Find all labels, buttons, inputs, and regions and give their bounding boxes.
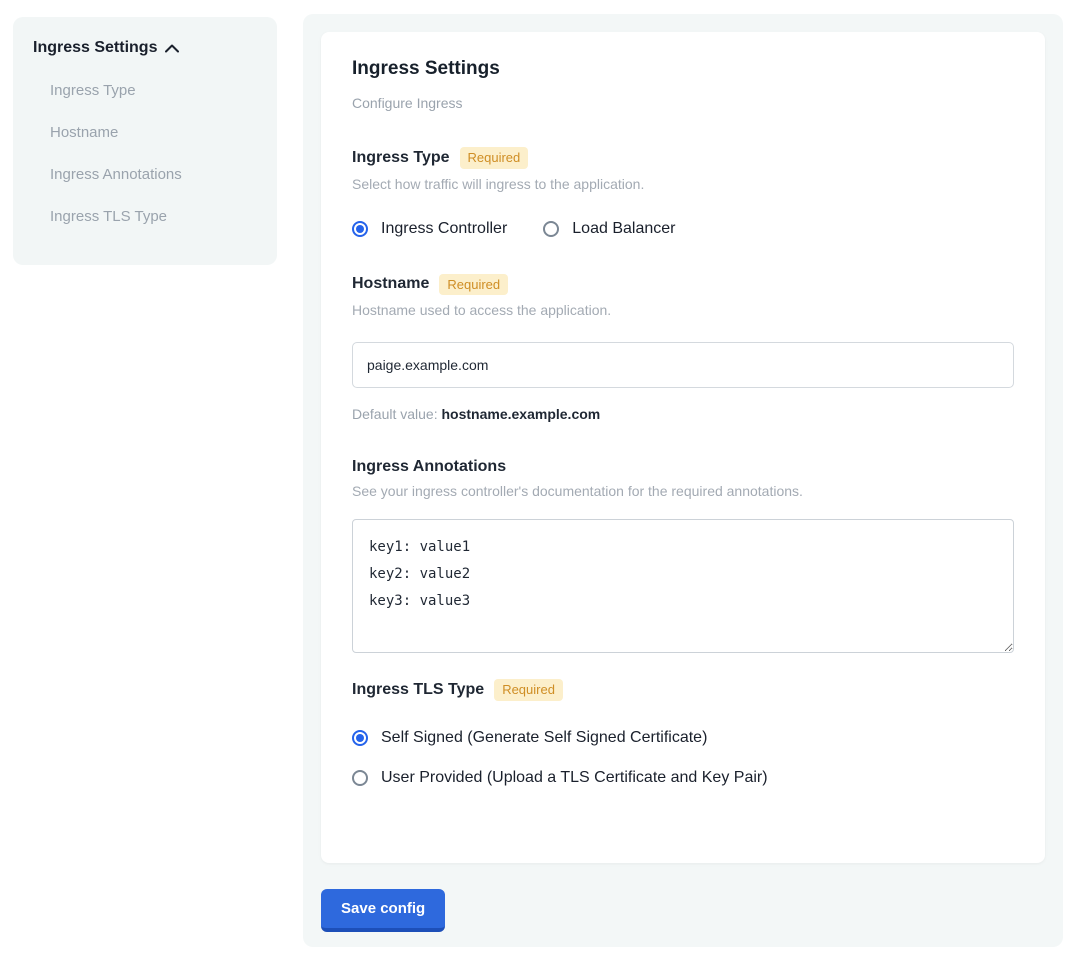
field-ingress-type: Ingress Type Required Select how traffic… bbox=[352, 147, 1014, 238]
default-value-label: Default value: bbox=[352, 406, 438, 422]
radio-option-self-signed[interactable]: Self Signed (Generate Self Signed Certif… bbox=[352, 729, 1014, 747]
default-value-text: hostname.example.com bbox=[442, 406, 601, 422]
ingress-type-description: Select how traffic will ingress to the a… bbox=[352, 176, 1014, 192]
radio-option-load-balancer[interactable]: Load Balancer bbox=[543, 220, 675, 238]
radio-option-ingress-controller[interactable]: Ingress Controller bbox=[352, 220, 507, 238]
settings-sidebar: Ingress Settings Ingress Type Hostname I… bbox=[13, 17, 277, 265]
radio-option-user-provided[interactable]: User Provided (Upload a TLS Certificate … bbox=[352, 769, 1014, 787]
ingress-tls-radio-group: Self Signed (Generate Self Signed Certif… bbox=[352, 729, 1014, 787]
radio-selected-icon bbox=[352, 221, 368, 237]
settings-main-panel: Ingress Settings Configure Ingress Ingre… bbox=[303, 14, 1063, 947]
sidebar-item-ingress-tls-type[interactable]: Ingress TLS Type bbox=[33, 208, 257, 225]
sidebar-item-hostname[interactable]: Hostname bbox=[33, 124, 257, 141]
radio-unselected-icon bbox=[352, 770, 368, 786]
sidebar-section-label: Ingress Settings bbox=[33, 39, 157, 57]
ingress-annotations-description: See your ingress controller's documentat… bbox=[352, 483, 1014, 499]
required-badge: Required bbox=[460, 147, 529, 169]
hostname-default-line: Default value: hostname.example.com bbox=[352, 406, 1014, 422]
save-config-button[interactable]: Save config bbox=[321, 889, 445, 932]
ingress-annotations-textarea[interactable]: key1: value1 key2: value2 key3: value3 bbox=[352, 519, 1014, 653]
radio-option-label: Self Signed (Generate Self Signed Certif… bbox=[381, 729, 707, 747]
ingress-tls-type-label: Ingress TLS Type bbox=[352, 681, 484, 699]
ingress-type-label: Ingress Type bbox=[352, 149, 450, 167]
field-ingress-annotations: Ingress Annotations See your ingress con… bbox=[352, 458, 1014, 653]
sidebar-item-ingress-annotations[interactable]: Ingress Annotations bbox=[33, 166, 257, 183]
hostname-label: Hostname bbox=[352, 275, 429, 293]
radio-option-label: Ingress Controller bbox=[381, 220, 507, 238]
ingress-settings-card: Ingress Settings Configure Ingress Ingre… bbox=[321, 32, 1045, 863]
ingress-type-radio-group: Ingress Controller Load Balancer bbox=[352, 220, 1014, 238]
field-hostname: Hostname Required Hostname used to acces… bbox=[352, 274, 1014, 423]
hostname-input[interactable] bbox=[352, 342, 1014, 388]
field-ingress-tls-type: Ingress TLS Type Required Self Signed (G… bbox=[352, 679, 1014, 787]
chevron-up-icon bbox=[165, 44, 179, 53]
card-title: Ingress Settings bbox=[352, 58, 1014, 80]
required-badge: Required bbox=[439, 274, 508, 296]
hostname-description: Hostname used to access the application. bbox=[352, 302, 1014, 318]
radio-selected-icon bbox=[352, 730, 368, 746]
radio-option-label: User Provided (Upload a TLS Certificate … bbox=[381, 769, 768, 787]
sidebar-item-ingress-type[interactable]: Ingress Type bbox=[33, 82, 257, 99]
required-badge: Required bbox=[494, 679, 563, 701]
ingress-annotations-label: Ingress Annotations bbox=[352, 458, 506, 476]
radio-unselected-icon bbox=[543, 221, 559, 237]
sidebar-section-ingress-settings[interactable]: Ingress Settings bbox=[33, 39, 257, 57]
card-subtitle: Configure Ingress bbox=[352, 95, 1014, 111]
radio-option-label: Load Balancer bbox=[572, 220, 675, 238]
